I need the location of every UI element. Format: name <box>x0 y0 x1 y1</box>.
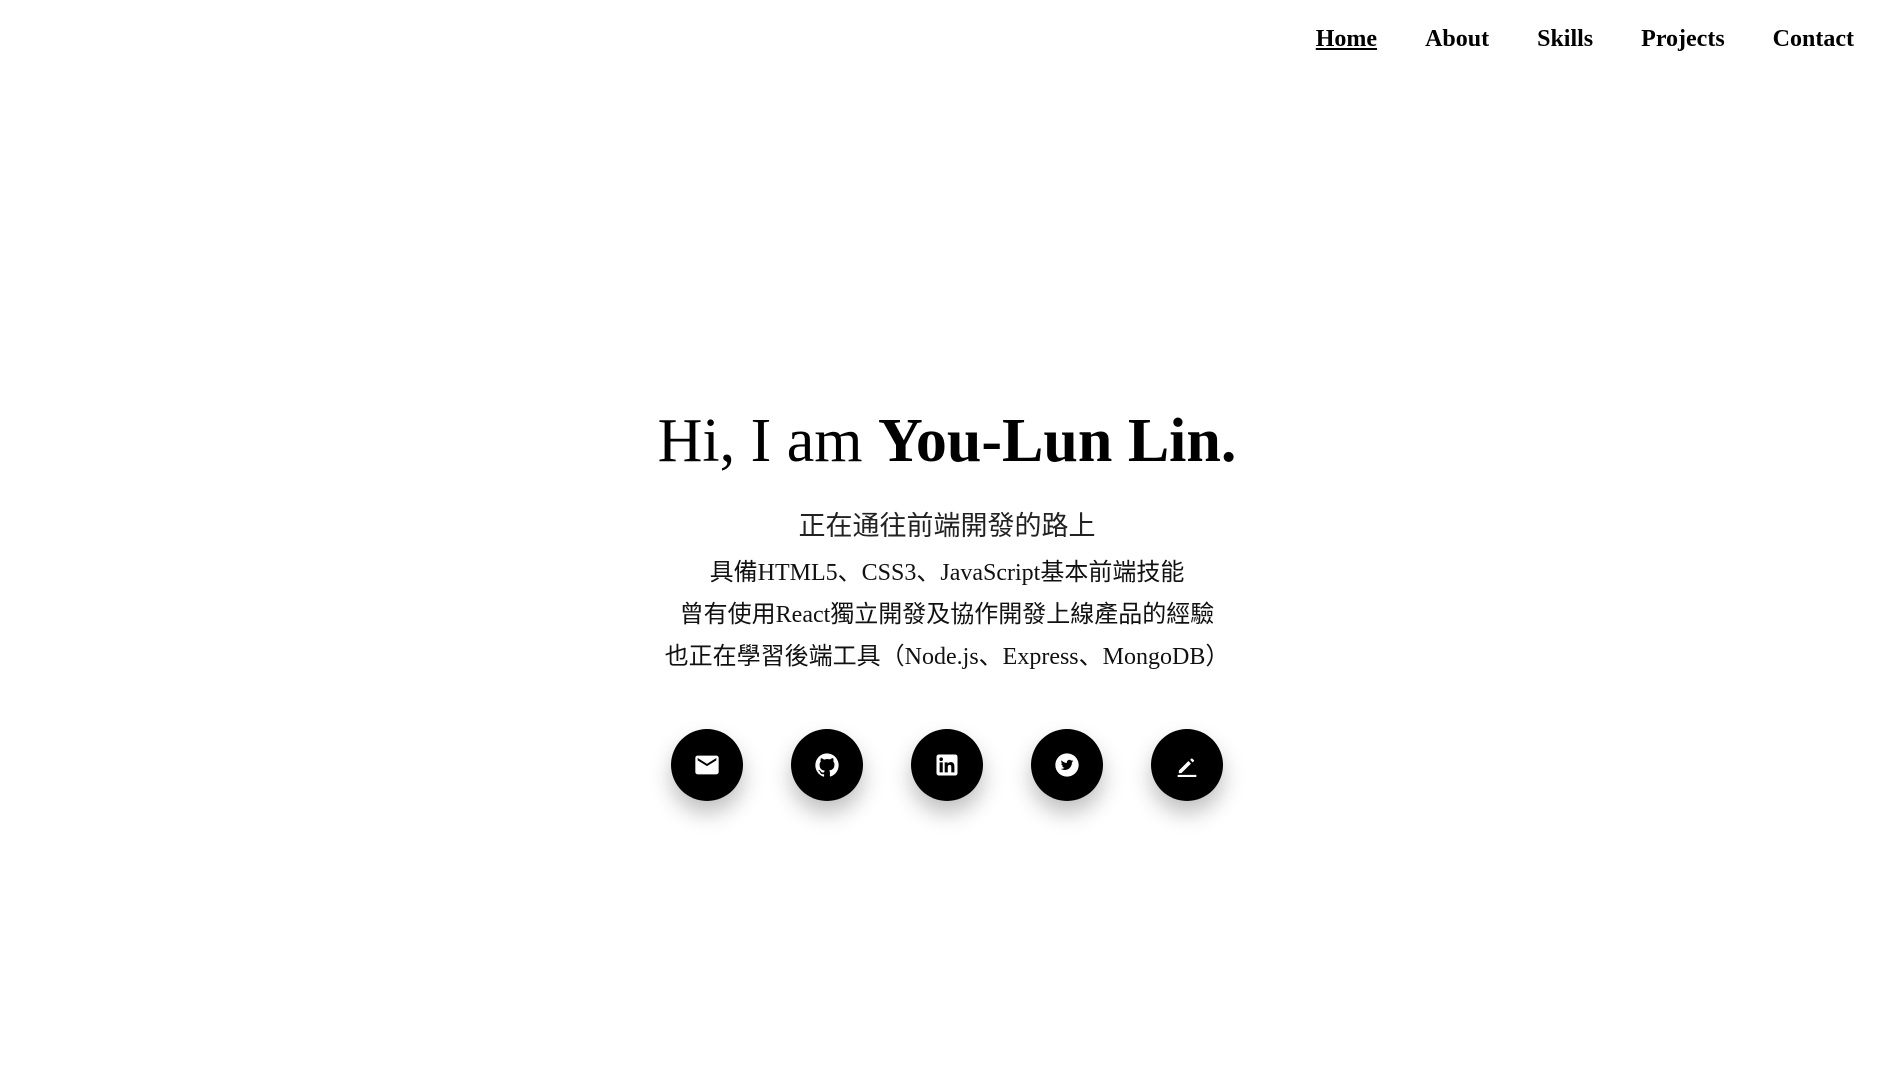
nav-contact[interactable]: Contact <box>1773 24 1854 54</box>
hero-section: Hi, I am You-Lun Lin. 正在通往前端開發的路上 具備HTML… <box>0 404 1894 801</box>
hero-name: You-Lun Lin. <box>877 407 1237 475</box>
github-icon <box>813 751 841 779</box>
email-icon <box>693 751 721 779</box>
hero-description-line: 具備HTML5、CSS3、JavaScript基本前端技能 <box>709 560 1185 586</box>
linkedin-button[interactable] <box>911 729 983 801</box>
edit-icon <box>1173 751 1201 779</box>
hero-greeting: Hi, I am <box>657 407 878 475</box>
page: Home About Skills Projects Contact Hi, I… <box>0 0 1894 1080</box>
nav-projects[interactable]: Projects <box>1641 24 1725 54</box>
linkedin-icon <box>933 751 961 779</box>
hero-lead: 正在通往前端開發的路上 <box>798 511 1096 541</box>
twitter-button[interactable] <box>1031 729 1103 801</box>
hero-description-line: 也正在學習後端工具（Node.js、Express、MongoDB） <box>664 644 1230 670</box>
github-button[interactable] <box>791 729 863 801</box>
twitter-icon <box>1053 751 1081 779</box>
nav-home[interactable]: Home <box>1316 24 1377 54</box>
social-links <box>0 729 1894 801</box>
nav-skills[interactable]: Skills <box>1537 24 1593 54</box>
blog-button[interactable] <box>1151 729 1223 801</box>
email-button[interactable] <box>671 729 743 801</box>
hero-description-line: 曾有使用React獨立開發及協作開發上線產品的經驗 <box>679 602 1215 628</box>
top-nav: Home About Skills Projects Contact <box>1268 24 1854 54</box>
hero-description: 具備HTML5、CSS3、JavaScript基本前端技能 曾有使用React獨… <box>0 552 1894 678</box>
nav-about[interactable]: About <box>1425 24 1489 54</box>
hero-heading: Hi, I am You-Lun Lin. <box>0 404 1894 478</box>
